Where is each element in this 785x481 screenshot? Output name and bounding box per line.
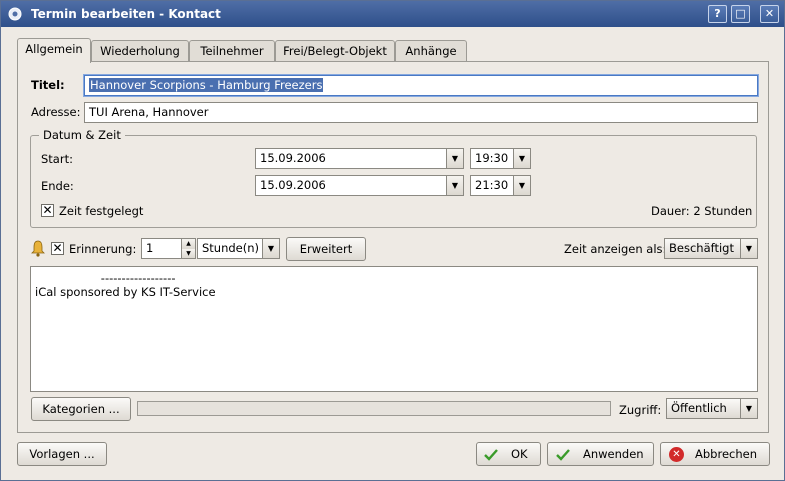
start-time-combo[interactable]: 19:30 ▼ [470,148,531,169]
start-date-combo[interactable]: 15.09.2006 ▼ [255,148,464,169]
show-time-combo[interactable]: Beschäftigt ▼ [664,238,758,259]
show-time-value: Beschäftigt [669,241,734,255]
ok-button[interactable]: OK [476,442,541,466]
kontact-app-icon [8,7,22,21]
show-time-label: Zeit anzeigen als: [564,242,667,256]
close-button[interactable]: ✕ [760,5,779,23]
tab-label: Allgemein [25,42,83,56]
start-label: Start: [41,152,73,166]
cancel-icon: ✕ [669,447,684,462]
apply-button[interactable]: Anwenden [547,442,654,466]
access-value: Öffentlich [671,401,727,415]
reminder-unit-value: Stunde(n) [202,241,260,255]
categories-label: Kategorien ... [42,402,120,416]
access-label: Zugriff: [619,403,662,417]
categories-display [137,401,611,416]
chevron-down-icon[interactable]: ▼ [740,399,757,418]
chevron-down-icon[interactable]: ▼ [740,239,757,258]
tab-frei-belegt[interactable]: Frei/Belegt-Objekt [275,40,395,62]
chevron-down-icon[interactable]: ▼ [182,248,195,258]
title-label: Titel: [31,78,65,92]
start-date-value: 15.09.2006 [260,151,326,165]
reminder-unit-combo[interactable]: Stunde(n) ▼ [197,238,280,259]
datetime-group-title: Datum & Zeit [39,128,125,142]
address-input[interactable]: TUI Arena, Hannover [84,102,758,123]
bell-icon [31,240,45,257]
ok-label: OK [511,447,528,461]
chevron-down-icon[interactable]: ▼ [513,176,530,195]
title-bar[interactable]: Termin bearbeiten - Kontact ? □ ✕ [1,1,784,27]
tab-label: Frei/Belegt-Objekt [283,44,387,58]
tab-label: Teilnehmer [200,44,264,58]
reminder-spinbox[interactable]: 1 ▲ ▼ [141,238,196,259]
access-combo[interactable]: Öffentlich ▼ [666,398,758,419]
time-fixed-checkbox[interactable]: ✕ [41,204,54,217]
duration-text: Dauer: 2 Stunden [651,204,753,218]
title-value: Hannover Scorpions - Hamburg Freezers [89,78,324,92]
title-input[interactable]: Hannover Scorpions - Hamburg Freezers [84,75,758,96]
chevron-down-icon[interactable]: ▼ [446,149,463,168]
check-icon [556,449,570,461]
end-time-value: 21:30 [475,178,509,192]
end-date-combo[interactable]: 15.09.2006 ▼ [255,175,464,196]
description-textarea[interactable]: ------------------ iCal sponsored by KS … [30,266,758,392]
maximize-button[interactable]: □ [731,5,750,23]
tab-label: Anhänge [405,44,457,58]
reminder-checkbox[interactable]: ✕ [51,242,64,255]
chevron-down-icon[interactable]: ▼ [513,149,530,168]
start-time-value: 19:30 [475,151,509,165]
chevron-down-icon[interactable]: ▼ [262,239,279,258]
end-label: Ende: [41,179,74,193]
help-button[interactable]: ? [708,5,727,23]
apply-label: Anwenden [583,447,644,461]
end-date-value: 15.09.2006 [260,178,326,192]
advanced-button[interactable]: Erweitert [286,237,366,261]
address-label: Adresse: [31,105,81,119]
tab-teilnehmer[interactable]: Teilnehmer [189,40,275,62]
reminder-label: Erinnerung: [69,242,137,256]
tab-wiederholung[interactable]: Wiederholung [91,40,189,62]
chevron-up-icon[interactable]: ▲ [182,239,195,249]
templates-label: Vorlagen ... [29,447,95,461]
reminder-value: 1 [146,241,154,255]
check-icon [484,449,498,461]
templates-button[interactable]: Vorlagen ... [17,442,107,466]
dialog-window: Termin bearbeiten - Kontact ? □ ✕ Allgem… [0,0,785,481]
tab-allgemein[interactable]: Allgemein [17,38,91,63]
time-fixed-label: Zeit festgelegt [59,204,144,218]
tab-label: Wiederholung [100,44,180,58]
cancel-button[interactable]: ✕ Abbrechen [660,442,770,466]
end-time-combo[interactable]: 21:30 ▼ [470,175,531,196]
spin-buttons[interactable]: ▲ ▼ [181,239,195,258]
window-title: Termin bearbeiten - Kontact [31,7,221,21]
chevron-down-icon[interactable]: ▼ [446,176,463,195]
cancel-label: Abbrechen [695,447,757,461]
categories-button[interactable]: Kategorien ... [31,397,131,421]
tab-anhaenge[interactable]: Anhänge [395,40,467,62]
